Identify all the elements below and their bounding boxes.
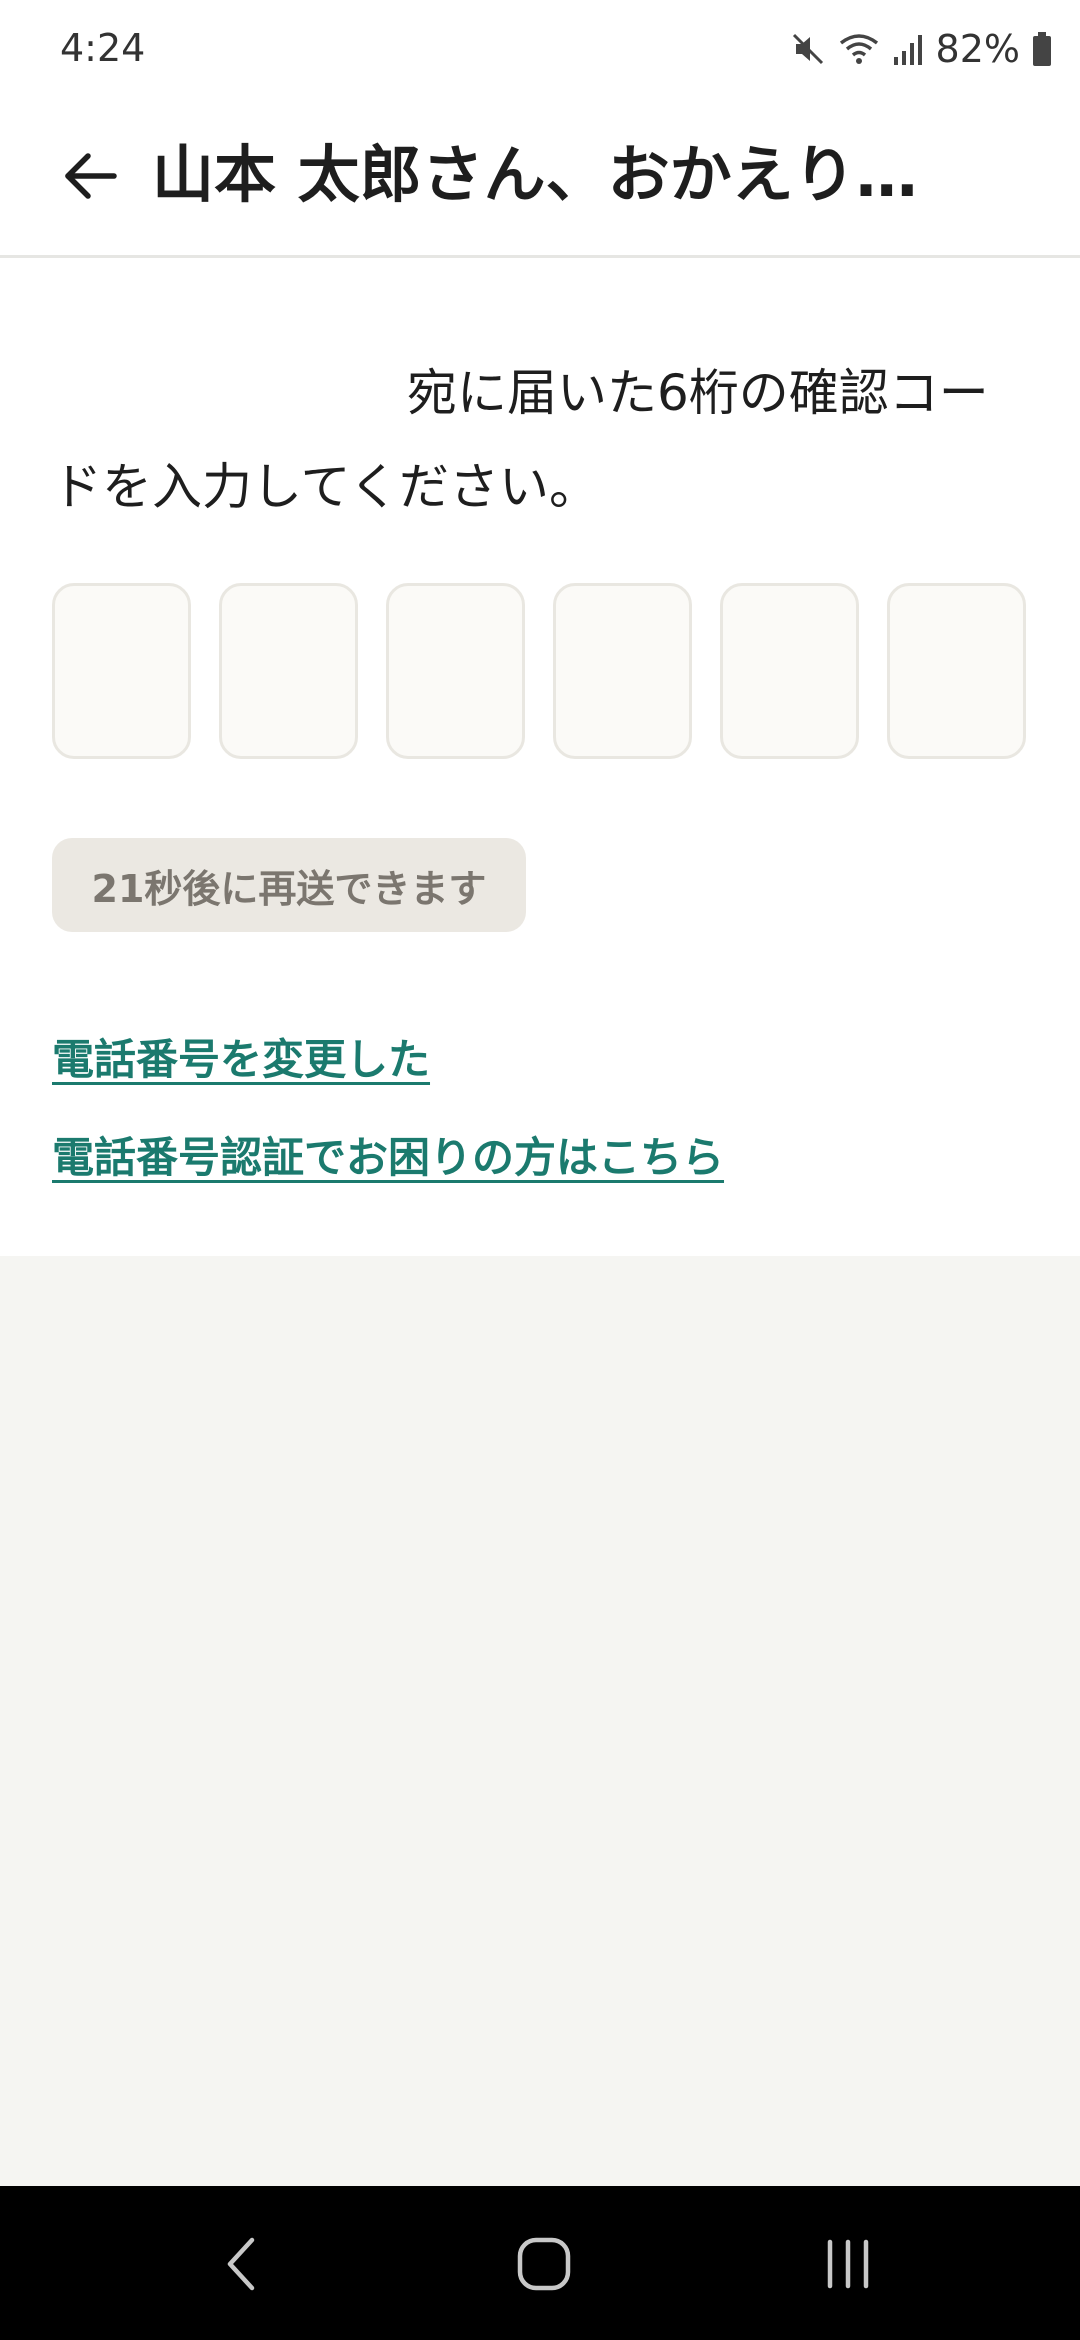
- nav-recents-button[interactable]: [788, 2226, 908, 2306]
- code-digit-input[interactable]: [52, 583, 191, 759]
- nav-back-icon: [222, 2234, 262, 2298]
- arrow-left-icon: [60, 146, 120, 210]
- code-digit-input[interactable]: [219, 583, 358, 759]
- change-phone-link[interactable]: 電話番号を変更した: [52, 1026, 430, 1087]
- battery-icon: [1032, 32, 1052, 66]
- wifi-icon: [838, 31, 880, 67]
- code-digit-input[interactable]: [386, 583, 525, 759]
- nav-recents-icon: [818, 2234, 878, 2298]
- nav-back-button[interactable]: [182, 2226, 302, 2306]
- code-digit-input[interactable]: [553, 583, 692, 759]
- mute-icon: [790, 31, 826, 67]
- resend-code-button[interactable]: 21秒後に再送できます: [52, 838, 526, 932]
- system-nav-bar: [0, 2186, 1080, 2340]
- screen: 4:24 82% 山本 太郎さん、おかえり… 宛に届いた6桁の確認コードを入力し…: [0, 0, 1080, 2340]
- back-button[interactable]: [50, 138, 130, 218]
- phone-verification-help-link[interactable]: 電話番号認証でお困りの方はこちら: [52, 1124, 724, 1185]
- instruction-label: 宛に届いた6桁の確認コードを入力してください。: [52, 364, 989, 516]
- verification-content: 宛に届いた6桁の確認コードを入力してください。 21秒後に再送できます 電話番号…: [0, 258, 1080, 1256]
- battery-percent: 82%: [935, 27, 1020, 71]
- code-input-row: [52, 583, 1026, 759]
- page-title: 山本 太郎さん、おかえり…: [152, 138, 918, 211]
- status-icons: 82%: [790, 24, 1052, 74]
- nav-home-button[interactable]: [484, 2226, 604, 2306]
- status-bar: 4:24 82%: [0, 0, 1080, 100]
- signal-icon: [892, 31, 924, 67]
- instruction-text: 宛に届いた6桁の確認コードを入力してください。: [52, 346, 992, 534]
- code-digit-input[interactable]: [720, 583, 859, 759]
- code-digit-input[interactable]: [887, 583, 1026, 759]
- nav-home-icon: [514, 2234, 574, 2298]
- app-bar: 山本 太郎さん、おかえり…: [0, 100, 1080, 258]
- status-time: 4:24: [60, 26, 146, 70]
- empty-area: [0, 1256, 1080, 2186]
